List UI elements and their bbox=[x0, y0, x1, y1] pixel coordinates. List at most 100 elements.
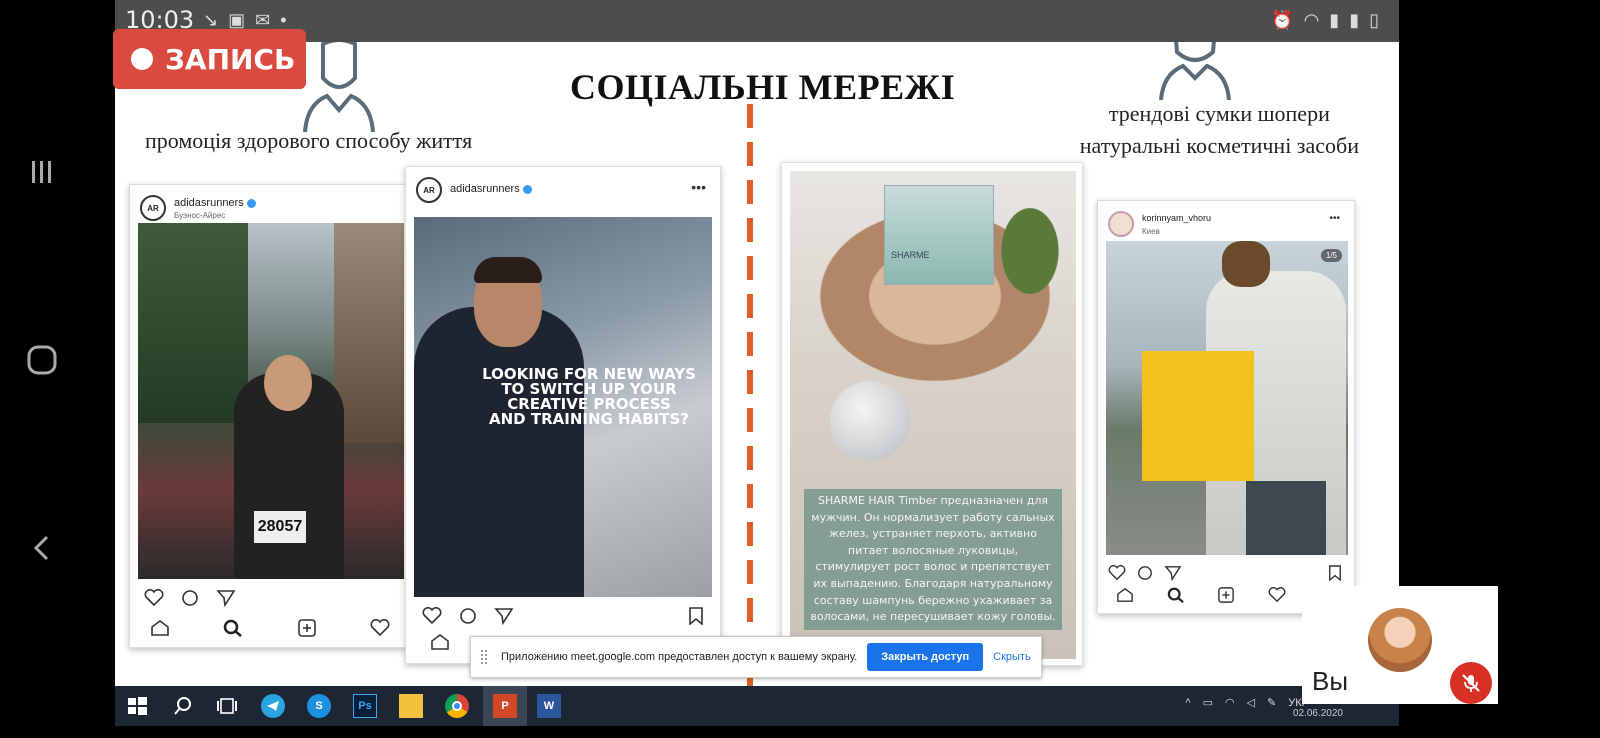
home-icon bbox=[27, 345, 57, 375]
photoshop-icon[interactable]: Ps bbox=[353, 694, 377, 718]
search-icon[interactable] bbox=[171, 694, 195, 718]
post-username: korinnyam_vhoru bbox=[1142, 213, 1212, 223]
volume-icon[interactable]: ◁ bbox=[1247, 696, 1255, 709]
dashed-divider bbox=[747, 104, 753, 700]
activity-icon[interactable] bbox=[370, 619, 390, 637]
post-username: adidasrunners bbox=[450, 183, 532, 195]
caption-healthy-lifestyle: промоція здорового способу життя bbox=[145, 128, 473, 153]
gallery-icon: ▣ bbox=[228, 10, 246, 30]
post-header: korinnyam_vhoru Киев ••• bbox=[1108, 209, 1344, 241]
system-status-icons: ⏰ ◠ ▮ ▮ ▯ bbox=[1271, 10, 1379, 31]
recent-apps-button[interactable] bbox=[20, 150, 64, 194]
notification-icons: ↘ ▣ ✉ • bbox=[203, 10, 287, 31]
search-icon[interactable] bbox=[223, 619, 243, 637]
bookmark-icon[interactable] bbox=[688, 607, 704, 625]
instagram-post-runner: AR adidasrunners Буэнос-Айрес 28057 bbox=[129, 184, 407, 648]
screen-share-bar: Приложению meet.google.com предоставлен … bbox=[470, 636, 1042, 678]
comment-icon[interactable] bbox=[1136, 565, 1154, 581]
race-bib: 28057 bbox=[254, 511, 306, 543]
like-icon[interactable] bbox=[144, 589, 164, 607]
more-options-icon[interactable]: ••• bbox=[1329, 213, 1340, 224]
post-actions bbox=[422, 607, 514, 625]
add-post-icon[interactable] bbox=[1217, 587, 1235, 603]
carousel-counter: 1/5 bbox=[1320, 249, 1342, 262]
yellow-tote-bag bbox=[1142, 351, 1254, 481]
home-tab-icon[interactable] bbox=[1116, 587, 1134, 603]
instagram-post-sharme: SHARME SHARME HAIR Timber предназначен д… bbox=[781, 162, 1083, 666]
word-icon[interactable]: W bbox=[537, 694, 561, 718]
mic-off-button[interactable] bbox=[1450, 662, 1492, 704]
share-message: Приложению meet.google.com предоставлен … bbox=[501, 651, 858, 663]
post-photo: 28057 bbox=[138, 223, 404, 579]
like-icon[interactable] bbox=[1108, 565, 1126, 581]
telegram-icon[interactable] bbox=[261, 694, 285, 718]
signal-icon: ▮ bbox=[1329, 10, 1340, 30]
task-view-icon[interactable] bbox=[215, 694, 239, 718]
like-icon[interactable] bbox=[422, 607, 442, 625]
avatar bbox=[1368, 608, 1432, 672]
post-photo: SHARME SHARME HAIR Timber предназначен д… bbox=[790, 171, 1076, 659]
alarm-icon: ⏰ bbox=[1271, 10, 1294, 30]
search-icon[interactable] bbox=[1167, 587, 1185, 603]
post-actions bbox=[144, 589, 236, 607]
skype-icon[interactable]: S bbox=[307, 694, 331, 718]
record-dot-icon bbox=[131, 48, 153, 70]
female-person-icon bbox=[1159, 42, 1231, 100]
home-button[interactable] bbox=[20, 338, 64, 382]
activity-icon[interactable] bbox=[1268, 587, 1286, 603]
windows-start-icon[interactable] bbox=[125, 694, 149, 718]
windows-taskbar: S Ps P W ^ ▭ ◠ ◁ ✎ УКР 02.06.2020 bbox=[115, 686, 1399, 726]
avatar bbox=[1108, 211, 1134, 237]
caption-shopper-bags: трендові сумки шопери bbox=[1108, 101, 1330, 126]
home-tab-icon[interactable] bbox=[430, 633, 450, 651]
recording-badge: ЗАПИСЬ bbox=[113, 29, 306, 89]
stop-sharing-button[interactable]: Закрыть доступ bbox=[867, 643, 984, 671]
more-notifications-icon: • bbox=[280, 10, 287, 30]
taskbar-date: 02.06.2020 bbox=[1292, 708, 1343, 719]
comment-icon[interactable] bbox=[180, 589, 200, 607]
presentation-slide: СОЦІАЛЬНІ МЕРЕЖІ промоція здорового спос… bbox=[115, 42, 1399, 700]
wifi-icon[interactable]: ◠ bbox=[1225, 696, 1235, 709]
instagram-post-shopper: korinnyam_vhoru Киев ••• 1/5 bbox=[1097, 200, 1355, 614]
pen-icon[interactable]: ✎ bbox=[1267, 696, 1276, 709]
recording-label: ЗАПИСЬ bbox=[165, 42, 296, 76]
overlay-text: LOOKING FOR NEW WAYS TO SWITCH UP YOUR C… bbox=[482, 365, 696, 428]
male-person-icon bbox=[303, 42, 375, 133]
post-username: adidasrunners bbox=[174, 197, 256, 209]
chevron-up-icon[interactable]: ^ bbox=[1185, 697, 1190, 709]
missed-call-icon: ↘ bbox=[203, 10, 219, 30]
more-options-icon[interactable]: ••• bbox=[691, 179, 706, 195]
share-icon[interactable] bbox=[1164, 565, 1182, 581]
battery-icon[interactable]: ▭ bbox=[1203, 696, 1213, 709]
back-icon bbox=[33, 535, 49, 561]
mail-icon: ✉ bbox=[255, 10, 271, 30]
drag-handle[interactable] bbox=[481, 650, 487, 664]
bookmark-icon[interactable] bbox=[1328, 565, 1342, 581]
back-button[interactable] bbox=[20, 526, 64, 570]
chrome-icon[interactable] bbox=[445, 694, 469, 718]
share-icon[interactable] bbox=[216, 589, 236, 607]
home-tab-icon[interactable] bbox=[150, 619, 170, 637]
powerpoint-icon: P bbox=[493, 694, 517, 718]
add-post-icon[interactable] bbox=[297, 619, 317, 637]
battery-icon: ▯ bbox=[1369, 10, 1379, 30]
android-status-bar: 10:03 ↘ ▣ ✉ • ⏰ ◠ ▮ ▮ ▯ bbox=[115, 0, 1399, 42]
avatar: AR bbox=[416, 177, 442, 203]
comment-icon[interactable] bbox=[458, 607, 478, 625]
wifi-icon: ◠ bbox=[1303, 10, 1320, 30]
post-actions bbox=[1108, 565, 1182, 581]
product-description: SHARME HAIR Timber предназначен для мужч… bbox=[804, 489, 1062, 630]
file-explorer-icon[interactable] bbox=[399, 694, 423, 718]
caption-natural-cosmetics: натуральні косметичні засоби bbox=[1079, 133, 1359, 158]
powerpoint-active-tab[interactable]: P bbox=[483, 686, 527, 726]
post-location: Буэнос-Айрес bbox=[174, 211, 226, 220]
hide-button[interactable]: Скрыть bbox=[993, 651, 1031, 663]
post-photo: 1/5 bbox=[1106, 241, 1348, 555]
slide-title: СОЦІАЛЬНІ МЕРЕЖІ bbox=[570, 67, 956, 107]
mic-off-icon bbox=[1462, 674, 1480, 692]
share-icon[interactable] bbox=[494, 607, 514, 625]
recent-apps-icon bbox=[32, 161, 51, 183]
post-photo: LOOKING FOR NEW WAYS TO SWITCH UP YOUR C… bbox=[414, 217, 712, 597]
self-view-tile[interactable]: Вы bbox=[1302, 586, 1498, 704]
caption-right: трендові сумки шопери натуральні космети… bbox=[1080, 98, 1359, 162]
